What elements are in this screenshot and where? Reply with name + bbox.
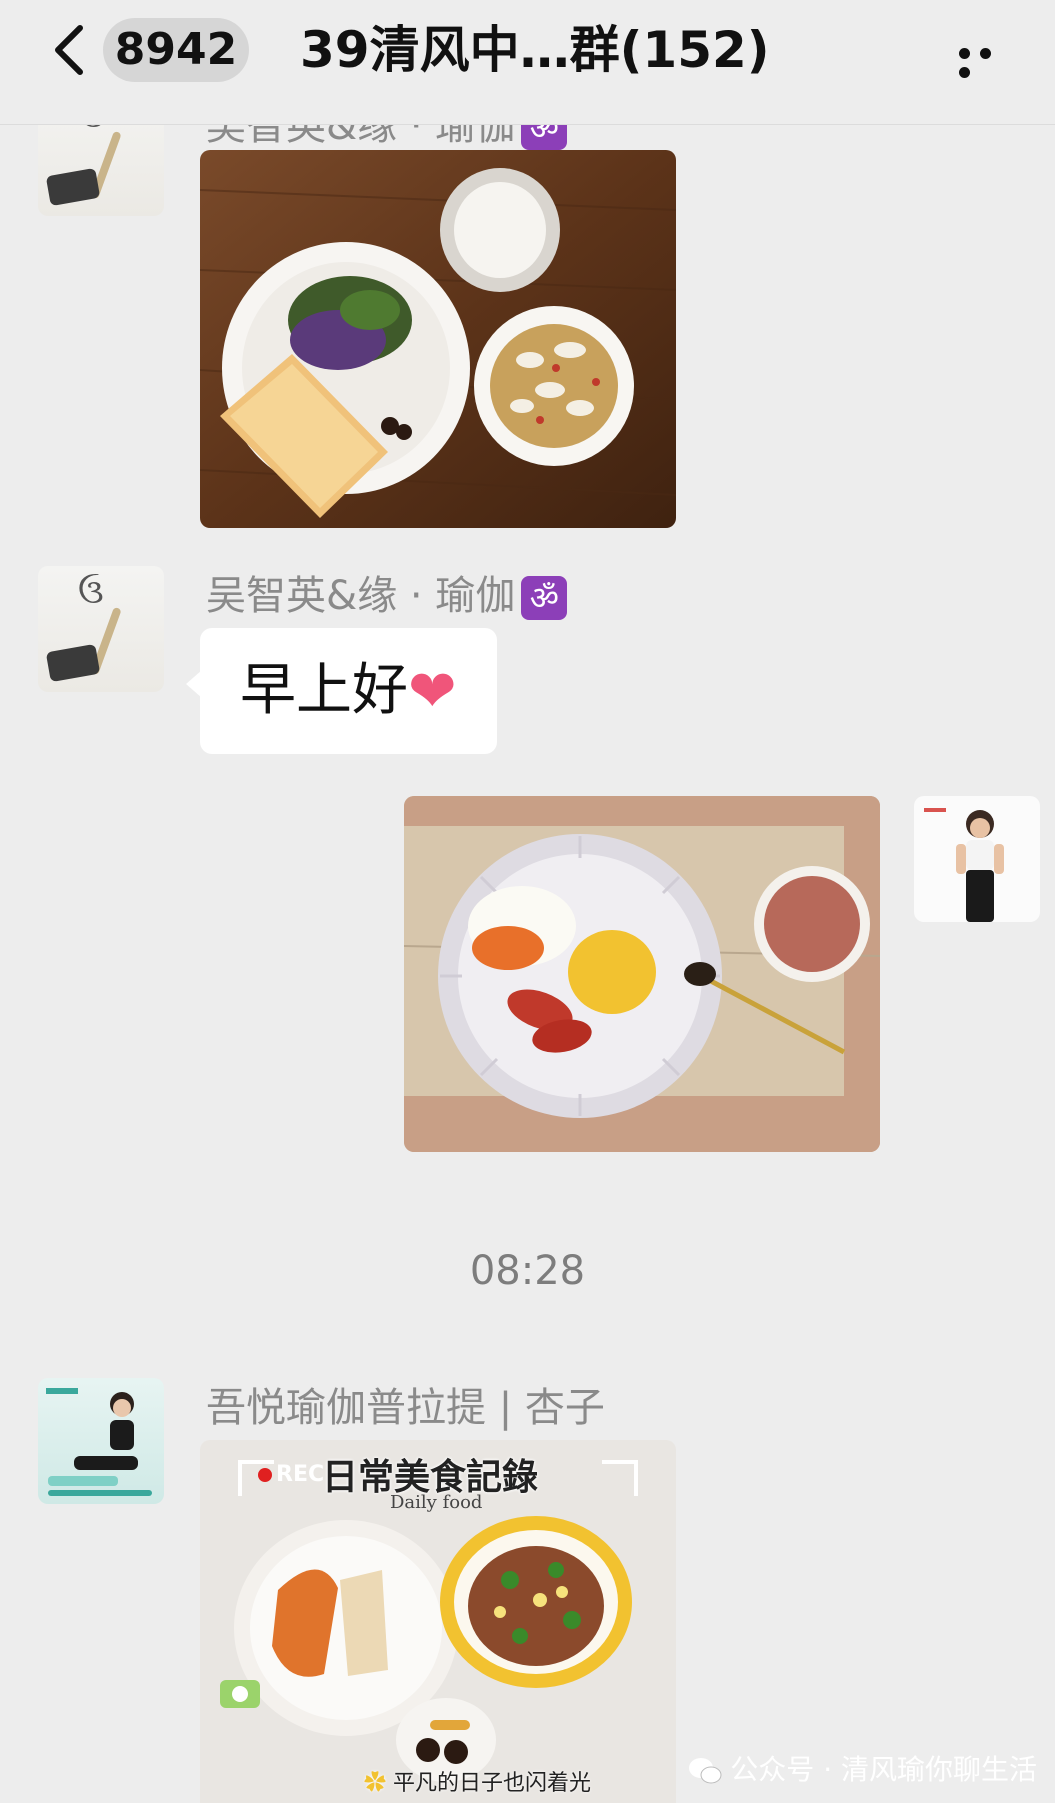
watermark-text: 公众号 · 清风瑜你聊生活	[730, 1753, 1037, 1786]
overlay-caption: ✿ 平凡的日子也闪着光	[364, 1765, 591, 1797]
sender-name-text: 吴智英&缘 · 瑜伽	[206, 573, 516, 619]
avatar-figure	[45, 167, 101, 207]
sender-name: 吴智英&缘 · 瑜伽 ॐ	[206, 570, 568, 622]
message-text: 早上好	[240, 658, 408, 723]
more-options-icon[interactable]	[959, 44, 1019, 78]
unread-count-badge[interactable]: 8942	[103, 18, 249, 82]
breakfast-photo	[200, 150, 676, 528]
text-message-bubble[interactable]: 早上好❤	[186, 628, 497, 754]
image-message[interactable]: REC 日常美食記錄 Daily food ✿ 平凡的日子也闪着光	[200, 1440, 676, 1803]
overlay-subtitle: Daily food	[390, 1492, 483, 1513]
heart-emoji-icon: ❤	[408, 657, 457, 725]
avatar[interactable]: ઉ	[38, 566, 164, 692]
yoga-instructor-icon	[46, 1388, 152, 1496]
chat-page: 8942 39清风中…群(152) ઉ 吴智英&缘 · 瑜伽ॐ	[0, 0, 1055, 1803]
flower-icon: ✿	[364, 1771, 387, 1796]
image-message[interactable]	[200, 150, 676, 528]
om-emoji-icon: ॐ	[521, 576, 568, 620]
avatar-figure	[45, 643, 101, 683]
wechat-icon	[689, 1758, 722, 1784]
chat-title[interactable]: 39清风中…群(152)	[300, 14, 770, 86]
yoga-logo-icon: ઉ	[78, 572, 104, 612]
back-arrow-icon[interactable]	[46, 22, 96, 78]
sender-name: 吾悦瑜伽普拉提 | 杏子	[206, 1385, 605, 1431]
woman-portrait-icon	[924, 808, 1004, 922]
avatar[interactable]	[38, 1378, 164, 1504]
chat-header: 8942 39清风中…群(152)	[0, 0, 1055, 125]
image-message[interactable]	[404, 796, 880, 1152]
breakfast-photo	[404, 796, 880, 1152]
rec-indicator: REC	[258, 1462, 324, 1487]
self-avatar[interactable]	[914, 796, 1040, 922]
time-divider: 08:28	[469, 1248, 586, 1294]
watermark: 公众号 · 清风瑜你聊生活	[688, 1745, 1037, 1795]
rec-label: REC	[276, 1462, 325, 1487]
record-dot-icon	[258, 1468, 272, 1482]
overlay-caption-text: 平凡的日子也闪着光	[393, 1771, 592, 1796]
